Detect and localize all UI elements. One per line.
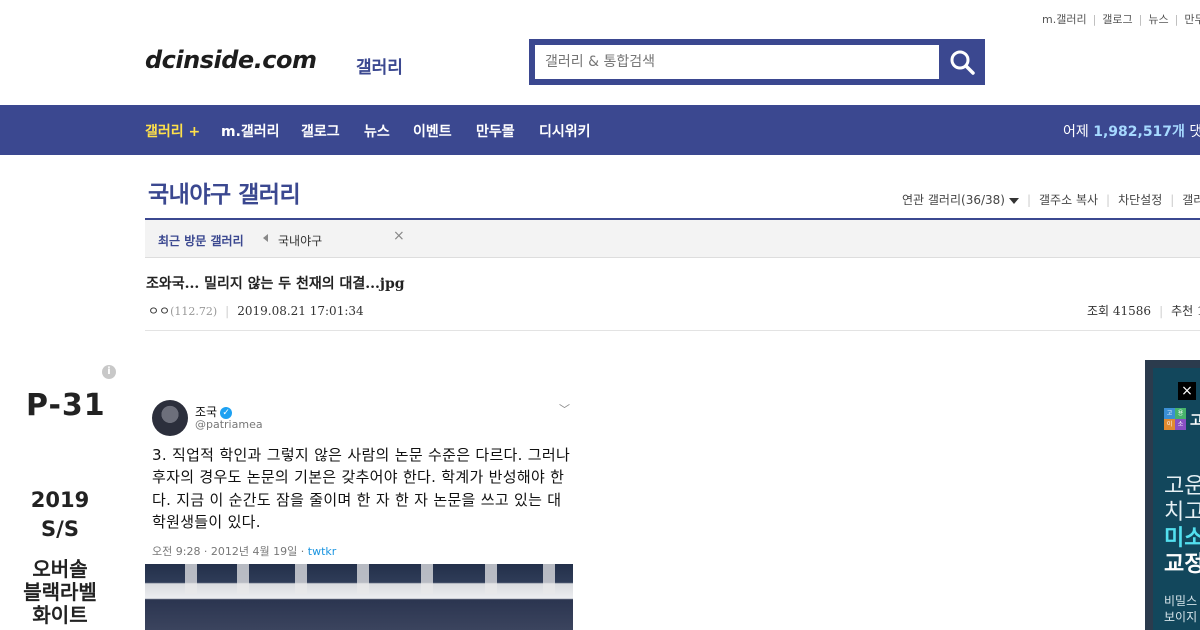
- ad-brand[interactable]: P-31: [26, 388, 106, 423]
- avatar: [152, 400, 188, 436]
- post-author-ip: (112.72): [170, 305, 218, 318]
- ad-season[interactable]: 2019 S/S: [0, 486, 120, 544]
- right-ad-small2: 보이지: [1164, 610, 1198, 624]
- divider: |: [225, 304, 230, 318]
- divider: |: [1170, 193, 1175, 207]
- prev-arrow-icon[interactable]: [263, 234, 268, 242]
- ad-season-code: S/S: [41, 517, 79, 541]
- search-input[interactable]: [535, 45, 939, 79]
- right-ad-line3: 미소: [1164, 526, 1200, 551]
- nav-event[interactable]: 이벤트: [413, 121, 452, 141]
- ad-product-line3: 화이트: [32, 603, 88, 627]
- top-link-gallog[interactable]: 갤로그: [1102, 13, 1132, 26]
- tweet-timestamp: 오전 9:28 · 2012년 4월 19일 · twtkr: [152, 543, 336, 559]
- nav-news[interactable]: 뉴스: [364, 121, 390, 141]
- chevron-down-icon: ﹀: [559, 403, 570, 416]
- top-link-news[interactable]: 뉴스: [1148, 13, 1168, 26]
- post-date: 2019.08.21 17:01:34: [237, 304, 364, 318]
- dropdown-arrow-icon: [1008, 197, 1019, 204]
- daily-stats: 어제 1,982,517개 댓글: [1063, 121, 1200, 141]
- divider: |: [1174, 13, 1179, 26]
- divider: |: [1026, 193, 1032, 207]
- search-button[interactable]: [939, 39, 985, 85]
- post-title: 조와국... 밀리지 않는 두 천재의 대결...jpg: [146, 276, 405, 292]
- recent-galleries-bar: 최근 방문 갤러리 국내야구 ×: [145, 220, 1200, 258]
- nav-gallog[interactable]: 갤로그: [301, 121, 340, 141]
- search-icon: [950, 50, 975, 75]
- tweet-text: 3. 직업적 학인과 그렇지 않은 사람의 논문 수준은 다르다. 그러나 후자…: [152, 446, 571, 531]
- recent-gallery-item[interactable]: 국내야구: [278, 232, 322, 249]
- logo-char: 고: [1164, 408, 1175, 419]
- search-bar: [529, 39, 985, 85]
- top-link-mgallery[interactable]: m.갤러리: [1042, 13, 1087, 26]
- site-logo-gallery[interactable]: 갤러리: [356, 53, 403, 78]
- post-author[interactable]: ㅇㅇ: [148, 304, 170, 318]
- ad-product-line2: 블랙라벨: [23, 580, 97, 604]
- verified-badge-icon: ✓: [220, 406, 233, 419]
- ad-product-line1: 오버솔: [32, 557, 88, 581]
- stats-value: 1,982,517개: [1093, 124, 1185, 140]
- ad-product[interactable]: 오버솔 블랙라벨 화이트: [0, 558, 120, 627]
- nav-mall[interactable]: 만두몰: [476, 121, 515, 141]
- right-ad-small1: 비밀스: [1164, 594, 1198, 608]
- copy-address-button[interactable]: 갤주소 복사: [1039, 193, 1098, 207]
- nav-gallery[interactable]: 갤러리 +: [145, 121, 200, 141]
- clinic-logo-icon: 고 용 이 소: [1164, 408, 1186, 430]
- tweet-handle: @patriamea: [195, 418, 263, 431]
- right-ad-line4: 교정: [1164, 552, 1200, 577]
- divider: |: [1106, 193, 1111, 207]
- logo-char: 이: [1164, 419, 1175, 430]
- gallery-info-button[interactable]: 갤러리: [1182, 193, 1200, 207]
- right-ad-logo-text: 고: [1190, 413, 1200, 429]
- tweet-time: 오전 9:28 · 2012년 4월 19일 ·: [152, 545, 308, 558]
- site-logo[interactable]: dcinside.com: [145, 46, 317, 74]
- divider: |: [1092, 13, 1097, 26]
- ad-info-icon[interactable]: i: [102, 365, 116, 379]
- right-ad-line1: 고운: [1164, 474, 1200, 499]
- post-views: 조회 41586: [1087, 304, 1152, 318]
- block-settings-button[interactable]: 차단설정: [1118, 193, 1162, 207]
- recent-galleries-label: 최근 방문 갤러리: [158, 234, 244, 248]
- right-ad-line2: 치고: [1164, 500, 1200, 525]
- tweet-source: twtkr: [307, 545, 337, 558]
- stats-prefix: 어제: [1063, 124, 1094, 140]
- ad-season-year: 2019: [30, 488, 90, 512]
- close-icon[interactable]: ×: [393, 228, 405, 244]
- post-header-divider: [145, 330, 1200, 331]
- divider: |: [1159, 304, 1164, 318]
- post-recommend: 추천 1: [1171, 304, 1200, 318]
- top-link-mall[interactable]: 만두몰: [1184, 13, 1200, 26]
- close-icon[interactable]: ×: [1178, 382, 1196, 400]
- post-stats: 조회 41586 | 추천 1: [1087, 302, 1200, 319]
- nav-mgallery[interactable]: m.갤러리: [221, 121, 280, 141]
- tweet-author: 조국: [195, 405, 218, 419]
- gallery-title[interactable]: 국내야구 갤러리: [148, 175, 301, 209]
- top-util-links: m.갤러리 | 갤로그 | 뉴스 | 만두몰: [1042, 11, 1200, 27]
- main-nav: 갤러리 + m.갤러리 갤로그 뉴스 이벤트 만두몰 디시위키 어제 1,982…: [0, 105, 1200, 155]
- post-meta: ㅇㅇ(112.72) | 2019.08.21 17:01:34: [148, 302, 364, 319]
- stats-suffix: 댓글: [1189, 124, 1200, 140]
- logo-char: 소: [1175, 419, 1186, 430]
- tweet-card-image[interactable]: 조국 ✓ @patriamea ﹀ 3. 직업적 학인과 그렇지 않은 사람의 논…: [145, 392, 573, 630]
- nav-wiki[interactable]: 디시위키: [539, 121, 591, 141]
- logo-char: 용: [1175, 408, 1186, 419]
- gallery-tools: 연관 갤러리(36/38) | 갤주소 복사 | 차단설정 | 갤러리: [902, 191, 1200, 208]
- divider: |: [1138, 13, 1143, 26]
- tweet-photo: [145, 564, 573, 630]
- related-gallery-dropdown[interactable]: 연관 갤러리(36/38): [902, 193, 1019, 207]
- related-gallery-label: 연관 갤러리(36/38): [902, 193, 1005, 207]
